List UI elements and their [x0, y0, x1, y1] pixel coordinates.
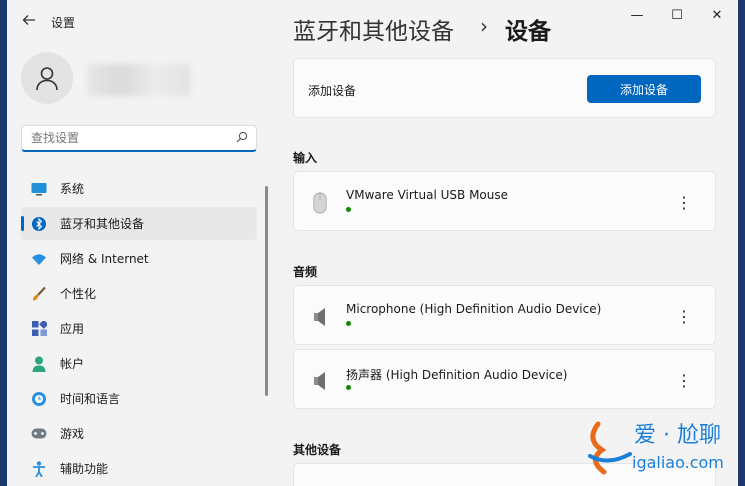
mouse-icon [310, 192, 330, 214]
sidebar-item-label: 网络 & Internet [60, 252, 149, 266]
section-title-other: 其他设备 [293, 443, 342, 457]
sidebar-item-accessibility[interactable]: 辅助功能 [21, 452, 257, 485]
sidebar-item-time-language[interactable]: 时间和语言 [21, 382, 257, 415]
sidebar-item-bluetooth[interactable]: 蓝牙和其他设备 [21, 207, 257, 240]
close-button[interactable]: ✕ [699, 4, 735, 26]
add-device-label: 添加设备 [308, 84, 357, 98]
avatar[interactable] [21, 52, 73, 104]
sidebar-item-label: 时间和语言 [60, 392, 121, 406]
sidebar-item-label: 应用 [60, 322, 85, 336]
sidebar-item-label: 帐户 [60, 357, 85, 371]
sidebar-item-label: 辅助功能 [60, 462, 109, 476]
svg-text:爱 · 尬聊: 爱 · 尬聊 [634, 423, 721, 448]
minimize-button[interactable]: — [619, 4, 655, 26]
search-box[interactable] [21, 125, 257, 152]
section-title-audio: 音频 [293, 265, 318, 279]
section-title-input: 输入 [293, 151, 318, 165]
sidebar-item-label: 蓝牙和其他设备 [60, 217, 145, 231]
account-icon [31, 356, 47, 372]
status-dot [346, 321, 351, 326]
sidebar-item-label: 系统 [60, 182, 85, 196]
device-card-microphone[interactable]: Microphone (High Definition Audio Device… [293, 285, 716, 345]
bluetooth-icon [31, 216, 47, 232]
status-dot [346, 207, 351, 212]
sidebar-item-system[interactable]: 系统 [21, 172, 257, 205]
user-icon [36, 67, 58, 91]
search-input[interactable] [22, 126, 222, 150]
back-arrow-icon[interactable] [19, 10, 39, 30]
sidebar-scrollbar[interactable] [265, 186, 268, 396]
accessibility-icon [31, 460, 47, 477]
more-options-icon[interactable]: ⋮ [675, 370, 693, 390]
status-dot [346, 385, 351, 390]
chevron-right-icon: › [480, 14, 488, 38]
device-name: Microphone (High Definition Audio Device… [346, 302, 602, 316]
sidebar-item-network[interactable]: 网络 & Internet [21, 242, 257, 275]
more-options-icon[interactable]: ⋮ [675, 192, 693, 212]
apps-icon [31, 321, 47, 337]
wifi-icon [31, 251, 47, 267]
profile-name-blurred [87, 64, 191, 96]
brush-icon [31, 286, 47, 302]
search-icon[interactable] [236, 131, 248, 146]
add-device-card: 添加设备 添加设备 [293, 58, 716, 118]
breadcrumb-parent[interactable]: 蓝牙和其他设备 [293, 12, 454, 46]
device-name: 扬声器 (High Definition Audio Device) [346, 368, 568, 382]
sidebar-item-apps[interactable]: 应用 [21, 312, 257, 345]
monitor-icon [31, 181, 47, 197]
gamepad-icon [31, 426, 47, 442]
sidebar-item-label: 个性化 [60, 287, 97, 301]
sidebar-item-gaming[interactable]: 游戏 [21, 417, 257, 450]
page-title: 设备 [505, 19, 551, 45]
app-title: 设置 [51, 16, 76, 30]
sidebar-nav: 系统 蓝牙和其他设备 网络 & Internet 个性化 应用 帐户 时间和语言… [21, 172, 257, 486]
sidebar-item-accounts[interactable]: 帐户 [21, 347, 257, 380]
settings-window: 设置 — ☐ ✕ 系统 蓝牙和其他设备 [7, 0, 738, 486]
maximize-button[interactable]: ☐ [659, 4, 695, 26]
watermark-logo: 爱 · 尬聊 igaliao.com [580, 416, 740, 478]
speaker-icon [310, 306, 330, 328]
svg-text:igaliao.com: igaliao.com [632, 453, 724, 472]
device-card-speaker[interactable]: 扬声器 (High Definition Audio Device) ⋮ [293, 349, 716, 409]
more-options-icon[interactable]: ⋮ [675, 306, 693, 326]
add-device-button[interactable]: 添加设备 [587, 75, 701, 103]
device-card-mouse[interactable]: VMware Virtual USB Mouse ⋮ [293, 171, 716, 231]
speaker-icon [310, 370, 330, 392]
clock-globe-icon [31, 391, 47, 407]
sidebar-item-personalization[interactable]: 个性化 [21, 277, 257, 310]
sidebar-item-label: 游戏 [60, 427, 85, 441]
device-name: VMware Virtual USB Mouse [346, 188, 509, 202]
